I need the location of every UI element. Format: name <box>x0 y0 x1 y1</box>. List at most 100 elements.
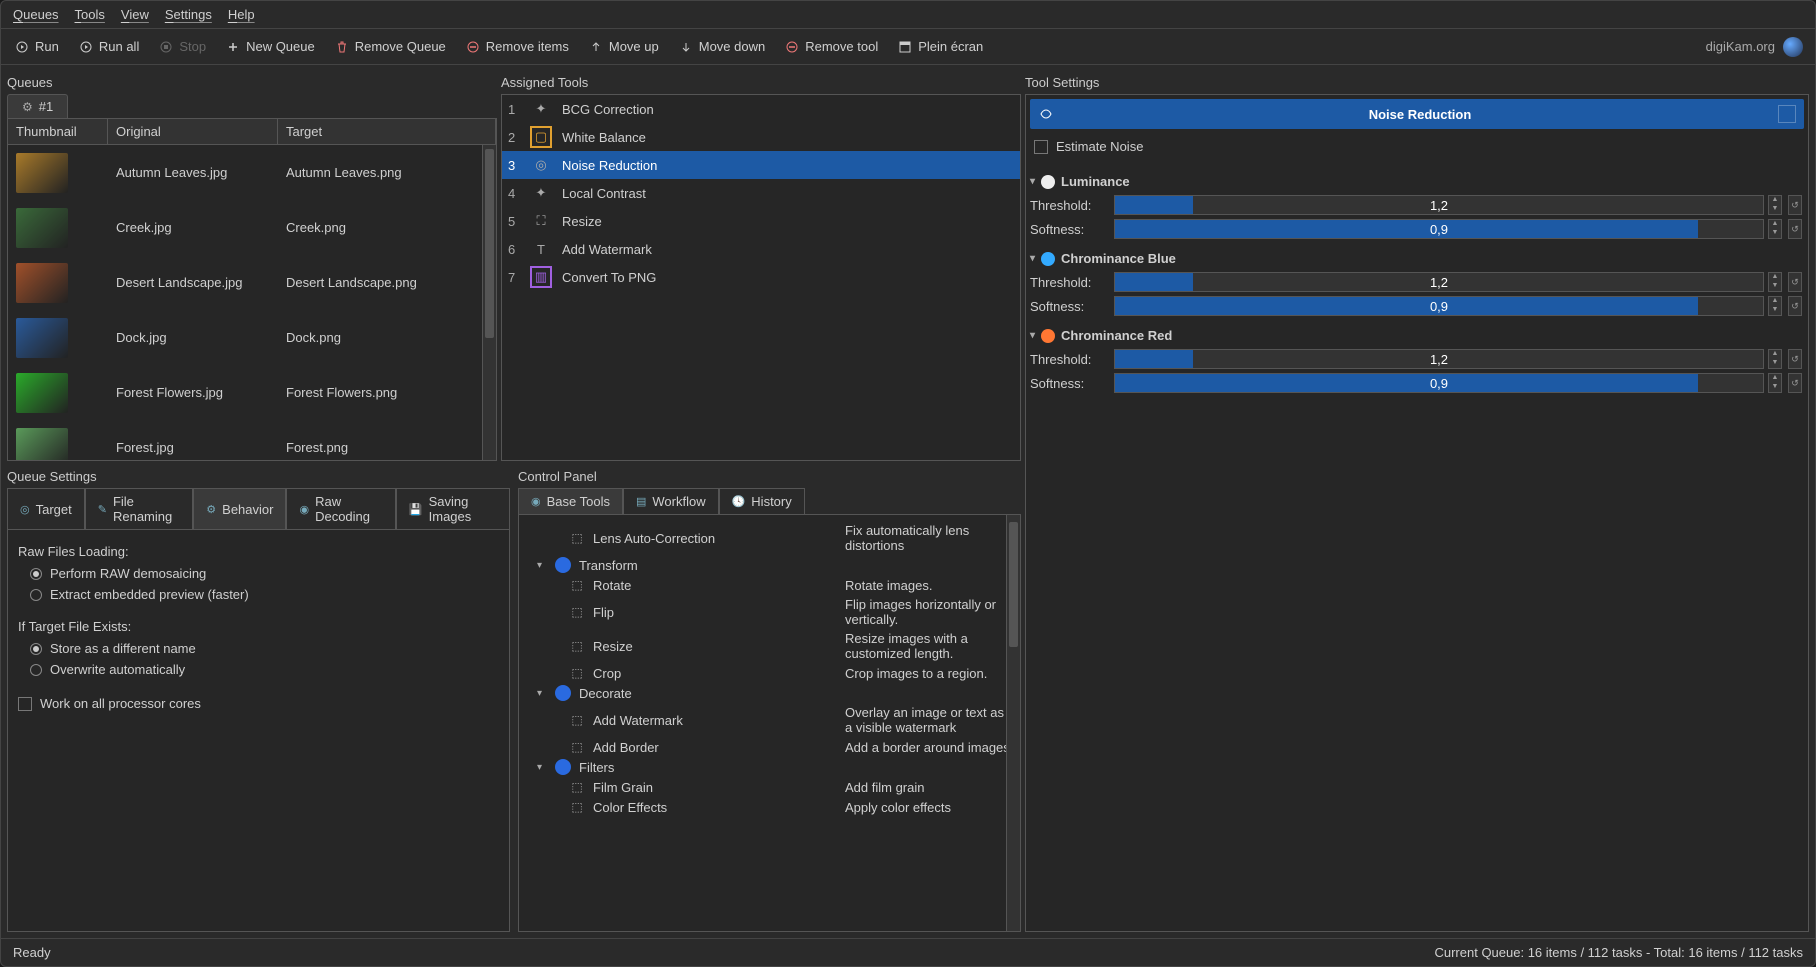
threshold-slider[interactable]: 1,2 <box>1114 195 1764 215</box>
tree-item[interactable]: ⬚ResizeResize images with a customized l… <box>525 629 1014 663</box>
remove-items-button[interactable]: Remove items <box>464 35 571 58</box>
tree-category[interactable]: ▾Filters <box>525 757 1014 777</box>
queue-scrollbar[interactable] <box>482 145 496 460</box>
threshold-value: 1,2 <box>1115 196 1763 214</box>
threshold-spinner[interactable]: ▲▼ <box>1768 195 1782 215</box>
queue-row[interactable]: Forest Flowers.jpgForest Flowers.png <box>8 365 496 420</box>
threshold-reset[interactable]: ↺ <box>1788 195 1802 215</box>
group-name: Chrominance Blue <box>1061 251 1176 266</box>
tree-item[interactable]: ⬚Film GrainAdd film grain <box>525 777 1014 797</box>
group-header[interactable]: ▾Chrominance Blue <box>1030 247 1804 270</box>
run-all-button[interactable]: Run all <box>77 35 141 58</box>
assigned-tool-row[interactable]: 3◎Noise Reduction <box>502 151 1020 179</box>
col-original[interactable]: Original <box>108 119 278 144</box>
tree-item[interactable]: ⬚Color EffectsApply color effects <box>525 797 1014 817</box>
qs-tab-target[interactable]: ◎Target <box>7 488 85 529</box>
assigned-tool-row[interactable]: 4✦Local Contrast <box>502 179 1020 207</box>
softness-slider[interactable]: 0,9 <box>1114 219 1764 239</box>
threshold-reset[interactable]: ↺ <box>1788 349 1802 369</box>
softness-spinner[interactable]: ▲▼ <box>1768 296 1782 316</box>
queue-row[interactable]: Autumn Leaves.jpgAutumn Leaves.png <box>8 145 496 200</box>
radio-embedded[interactable]: Extract embedded preview (faster) <box>18 584 499 605</box>
tree-item[interactable]: ⬚FlipFlip images horizontally or vertica… <box>525 595 1014 629</box>
threshold-spinner[interactable]: ▲▼ <box>1768 272 1782 292</box>
radio-demosaic[interactable]: Perform RAW demosaicing <box>18 563 499 584</box>
col-target[interactable]: Target <box>278 119 496 144</box>
threshold-value: 1,2 <box>1115 350 1763 368</box>
tree-category[interactable]: ▾Transform <box>525 555 1014 575</box>
check-all-cores[interactable]: Work on all processor cores <box>18 690 499 714</box>
softness-reset[interactable]: ↺ <box>1788 373 1802 393</box>
tab-label: Target <box>36 502 72 517</box>
group-header[interactable]: ▾Luminance <box>1030 170 1804 193</box>
cp-tab-history[interactable]: 🕓History <box>719 488 805 514</box>
assigned-tool-row[interactable]: 6TAdd Watermark <box>502 235 1020 263</box>
tool-reset-button[interactable] <box>1778 105 1796 123</box>
col-thumbnail[interactable]: Thumbnail <box>8 119 108 144</box>
tree-item[interactable]: ⬚Add BorderAdd a border around images <box>525 737 1014 757</box>
remove-tool-button[interactable]: Remove tool <box>783 35 880 58</box>
softness-reset[interactable]: ↺ <box>1788 219 1802 239</box>
brand-link[interactable]: digiKam.org <box>1706 37 1803 57</box>
fullscreen-button[interactable]: Plein écran <box>896 35 985 58</box>
threshold-reset[interactable]: ↺ <box>1788 272 1802 292</box>
tool-icon: ▥ <box>530 266 552 288</box>
threshold-slider[interactable]: 1,2 <box>1114 272 1764 292</box>
tool-icon: ▢ <box>530 126 552 148</box>
queue-row[interactable]: Dock.jpgDock.png <box>8 310 496 365</box>
softness-slider[interactable]: 0,9 <box>1114 296 1764 316</box>
tool-label: Resize <box>562 214 602 229</box>
tool-label: Convert To PNG <box>562 270 656 285</box>
radio-store-as[interactable]: Store as a different name <box>18 638 499 659</box>
tree-item[interactable]: ⬚CropCrop images to a region. <box>525 663 1014 683</box>
menu-queues[interactable]: Queues <box>13 7 59 22</box>
move-down-button[interactable]: Move down <box>677 35 767 58</box>
new-queue-button[interactable]: New Queue <box>224 35 317 58</box>
queue-row[interactable]: Desert Landscape.jpgDesert Landscape.png <box>8 255 496 310</box>
threshold-label: Threshold: <box>1030 352 1110 367</box>
tree-desc: Crop images to a region. <box>845 666 1014 681</box>
assigned-tool-row[interactable]: 5⛶Resize <box>502 207 1020 235</box>
menu-view[interactable]: View <box>121 7 149 22</box>
radio-overwrite[interactable]: Overwrite automatically <box>18 659 499 680</box>
thumbnail-icon <box>16 428 68 461</box>
menu-tools[interactable]: Tools <box>75 7 105 22</box>
status-bar: Ready Current Queue: 16 items / 112 task… <box>1 938 1815 966</box>
assigned-tool-row[interactable]: 1✦BCG Correction <box>502 95 1020 123</box>
qs-tab-behavior[interactable]: ⚙Behavior <box>193 488 286 529</box>
threshold-slider[interactable]: 1,2 <box>1114 349 1764 369</box>
tree-category[interactable]: ▾Decorate <box>525 683 1014 703</box>
radio-icon <box>30 589 42 601</box>
tree-item[interactable]: ⬚Add WatermarkOverlay an image or text a… <box>525 703 1014 737</box>
softness-spinner[interactable]: ▲▼ <box>1768 219 1782 239</box>
remove-queue-button[interactable]: Remove Queue <box>333 35 448 58</box>
group-header[interactable]: ▾Chrominance Red <box>1030 324 1804 347</box>
estimate-noise-checkbox[interactable]: Estimate Noise <box>1030 129 1804 164</box>
softness-value: 0,9 <box>1115 297 1763 315</box>
assigned-tool-row[interactable]: 7▥Convert To PNG <box>502 263 1020 291</box>
run-button[interactable]: Run <box>13 35 61 58</box>
cp-tab-base-tools[interactable]: ◉Base Tools <box>518 488 623 514</box>
move-up-button[interactable]: Move up <box>587 35 661 58</box>
tree-item[interactable]: ⬚Lens Auto-CorrectionFix automatically l… <box>525 521 1014 555</box>
queue-tab-1[interactable]: ⚙#1 <box>7 94 68 118</box>
menu-settings[interactable]: Settings <box>165 7 212 22</box>
qs-tab-file-renaming[interactable]: ✎File Renaming <box>85 488 194 529</box>
qs-tab-saving-images[interactable]: 💾Saving Images <box>396 488 510 529</box>
cp-tab-workflow[interactable]: ▤Workflow <box>623 488 719 514</box>
assigned-tool-row[interactable]: 2▢White Balance <box>502 123 1020 151</box>
menu-help[interactable]: Help <box>228 7 255 22</box>
tool-item-icon: ⬚ <box>569 799 585 815</box>
tree-item[interactable]: ⬚RotateRotate images. <box>525 575 1014 595</box>
tree-desc: Add a border around images <box>845 740 1014 755</box>
queue-row[interactable]: Creek.jpgCreek.png <box>8 200 496 255</box>
row-number: 6 <box>508 242 520 257</box>
queue-row[interactable]: Forest.jpgForest.png <box>8 420 496 460</box>
softness-slider[interactable]: 0,9 <box>1114 373 1764 393</box>
control-scrollbar[interactable] <box>1006 515 1020 931</box>
softness-spinner[interactable]: ▲▼ <box>1768 373 1782 393</box>
softness-reset[interactable]: ↺ <box>1788 296 1802 316</box>
qs-tab-raw-decoding[interactable]: ◉Raw Decoding <box>286 488 395 529</box>
threshold-spinner[interactable]: ▲▼ <box>1768 349 1782 369</box>
tool-label: White Balance <box>562 130 646 145</box>
